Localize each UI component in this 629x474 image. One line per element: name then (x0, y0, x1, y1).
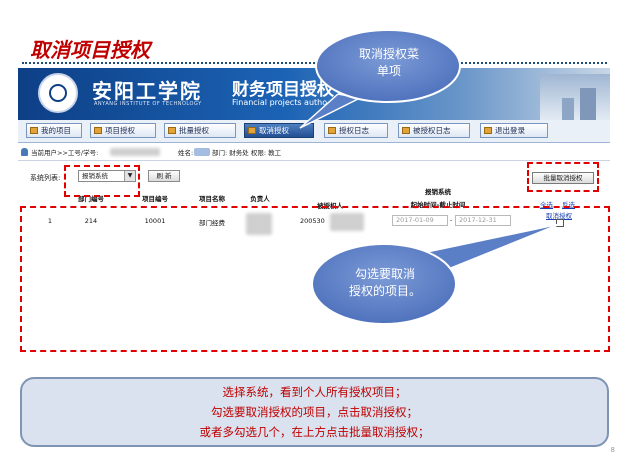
highlight-system-select (64, 165, 140, 197)
nav-my-projects[interactable]: 我的项目 (26, 123, 82, 138)
app-header: 安阳工学院 ANYANG INSTITUTE OF TECHNOLOGY 财务项… (18, 68, 610, 120)
log-icon (328, 127, 336, 134)
nav-label: 我的项目 (41, 126, 71, 135)
dept-label: 部门: 财务处 权限: 教工 (212, 149, 282, 157)
logout-icon (484, 127, 492, 134)
title-underline (22, 62, 607, 64)
callout-top-text: 取消授权菜 单项 (330, 46, 448, 80)
nav-label: 授权日志 (339, 126, 369, 135)
campus-image (540, 74, 610, 120)
user-name-redacted (194, 148, 210, 156)
nav-label: 取消授权 (259, 126, 289, 135)
instruction-line: 或者多勾选几个，在上方点击批量取消授权； (199, 425, 430, 439)
instruction-line: 勾选要取消授权的项目，点击取消授权； (211, 405, 418, 419)
instruction-line: 选择系统，看到个人所有授权项目； (222, 385, 407, 399)
nav-authorized-log[interactable]: 被授权日志 (398, 123, 470, 138)
nav-logout[interactable]: 退出登录 (480, 123, 548, 138)
cancel-icon (248, 127, 256, 134)
nav-label: 批量授权 (179, 126, 209, 135)
slide-title: 取消项目授权 (30, 38, 150, 62)
callout-mid-line: 授权的项目。 (348, 284, 421, 298)
user-label: 当前用户>>工号/学号: (31, 149, 99, 157)
folder-icon (30, 127, 38, 134)
nav-project-authorize[interactable]: 项目授权 (90, 123, 156, 138)
system-list-label: 系统列表: (30, 174, 61, 182)
callout-top-line: 取消授权菜 (358, 47, 419, 61)
name-label: 姓名: (178, 149, 194, 157)
document-icon (168, 127, 176, 134)
nav-label: 项目授权 (105, 126, 135, 135)
divider (18, 160, 610, 161)
highlight-batch-button (527, 162, 599, 192)
header-owner: 负责人 (250, 195, 270, 203)
nav-label: 退出登录 (495, 126, 525, 135)
school-name: 安阳工学院 (92, 79, 202, 103)
refresh-button[interactable]: 刷 新 (148, 170, 180, 182)
header-project-name: 项目名称 (199, 195, 225, 203)
school-emblem-icon (38, 73, 78, 113)
system-title: 财务项目授权 (232, 80, 334, 100)
user-icon (21, 148, 28, 156)
key-icon (94, 127, 102, 134)
header-system-group: 报销系统 (425, 188, 451, 196)
nav-authorize-log[interactable]: 授权日志 (324, 123, 388, 138)
page-number: 8 (610, 446, 615, 454)
callout-mid-line: 勾选要取消 (354, 267, 415, 281)
nav-batch-authorize[interactable]: 批量授权 (164, 123, 236, 138)
log-icon (402, 127, 410, 134)
user-info-bar: 当前用户>>工号/学号: 姓名: 部门: 财务处 权限: 教工 (18, 146, 610, 159)
highlight-table-area (20, 206, 610, 352)
nav-cancel-authorize[interactable]: 取消授权 (244, 123, 314, 138)
system-subtitle: Financial projects autho (232, 98, 328, 107)
user-id-redacted (110, 148, 160, 156)
nav-bar: 我的项目 项目授权 批量授权 取消授权 授权日志 被授权日志 退出登录 (18, 120, 610, 143)
school-name-en: ANYANG INSTITUTE OF TECHNOLOGY (94, 101, 202, 107)
callout-mid-text: 勾选要取消 授权的项目。 (326, 266, 444, 300)
nav-label: 被授权日志 (413, 126, 451, 135)
callout-top-line: 单项 (376, 64, 401, 78)
